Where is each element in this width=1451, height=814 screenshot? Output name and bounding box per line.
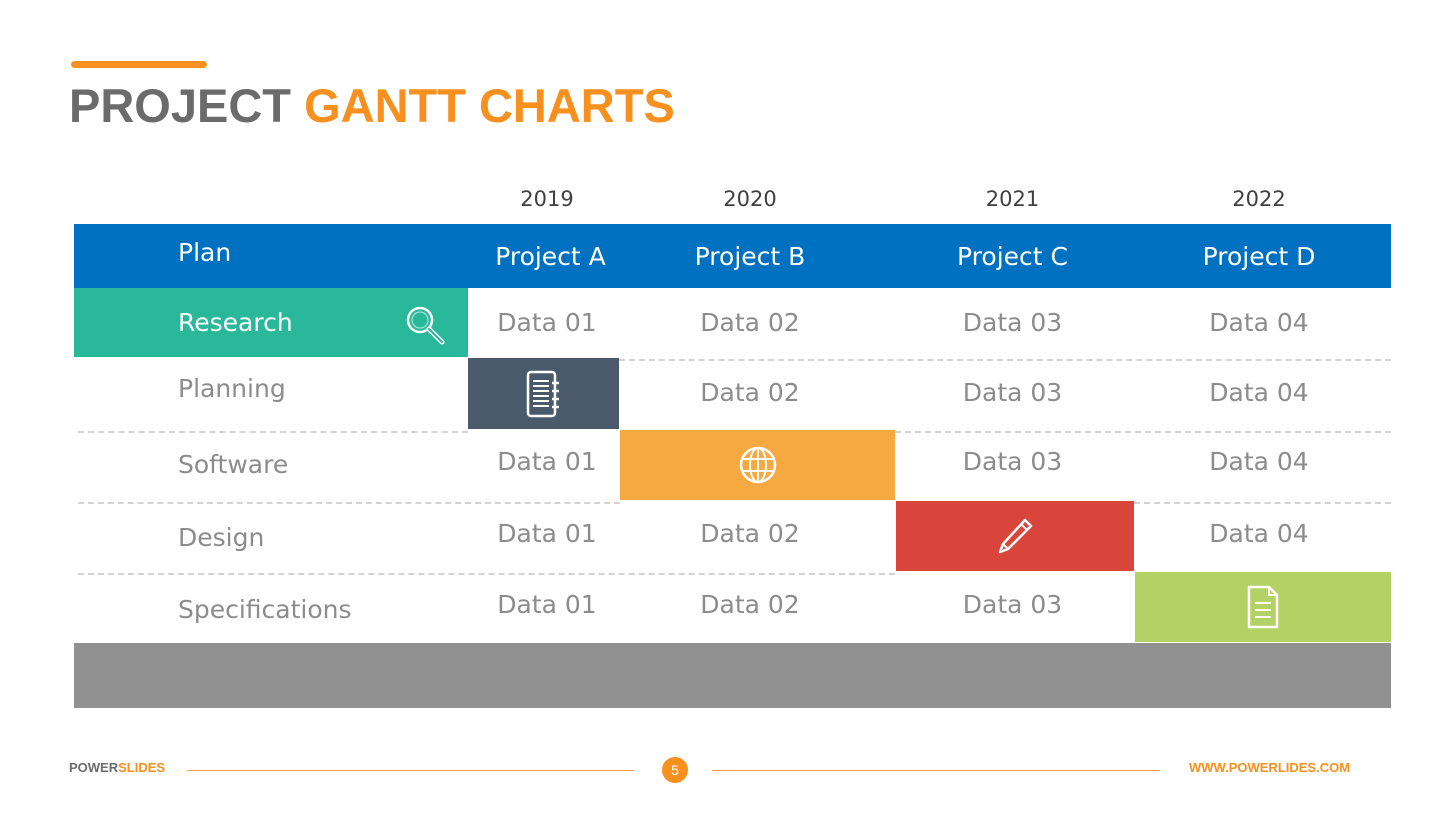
title-part2: GANTT CHARTS (304, 79, 675, 132)
row-label-specifications: Specifications (178, 595, 352, 624)
software-bar (620, 430, 895, 500)
row-label-research: Research (178, 308, 293, 337)
row-label-design: Design (178, 523, 265, 552)
pencil-icon (998, 518, 1033, 554)
notebook-icon (526, 370, 559, 417)
year-label: 2020 (723, 187, 777, 211)
row-divider (78, 573, 895, 575)
cell-planning-c: Data 03 (962, 378, 1063, 407)
row-divider (78, 431, 468, 433)
table-footer-bar (74, 643, 1391, 708)
magnifier-icon (406, 306, 445, 345)
row-label-planning: Planning (178, 374, 286, 403)
cell-software-a: Data 01 (497, 447, 597, 476)
header-project-a: Project A (495, 242, 606, 271)
cell-research-a: Data 01 (497, 308, 597, 337)
cell-research-d: Data 04 (1209, 308, 1309, 337)
row-divider (78, 502, 620, 504)
header-project-c: Project C (957, 242, 1068, 271)
specifications-bar (1135, 572, 1391, 642)
footer-divider-right (712, 770, 1160, 771)
header-row: Plan Project A Project B Project C Proje… (74, 224, 1391, 288)
design-bar (896, 501, 1134, 571)
page-number-badge: 5 (662, 757, 688, 783)
globe-icon (739, 446, 776, 484)
header-project-b: Project B (694, 242, 806, 271)
cell-design-a: Data 01 (497, 519, 597, 548)
row-divider (619, 359, 1391, 361)
cell-software-c: Data 03 (962, 447, 1063, 476)
year-label: 2021 (985, 187, 1040, 211)
planning-bar (468, 358, 619, 429)
row-divider (1134, 502, 1391, 504)
title-accent-bar (71, 61, 207, 68)
cell-software-d: Data 04 (1209, 447, 1309, 476)
brand-part2: SLIDES (118, 760, 166, 775)
cell-specs-c: Data 03 (962, 590, 1063, 619)
document-icon (1247, 585, 1279, 629)
cell-research-b: Data 02 (700, 308, 800, 337)
cell-specs-a: Data 01 (497, 590, 597, 619)
cell-planning-b: Data 02 (700, 378, 800, 407)
year-label: 2019 (520, 187, 574, 211)
gantt-table: Plan Project A Project B Project C Proje… (74, 224, 1391, 708)
cell-design-d: Data 04 (1209, 519, 1309, 548)
row-label-software: Software (178, 450, 289, 479)
cell-design-b: Data 02 (700, 519, 800, 548)
footer-divider-left (187, 770, 634, 771)
title-part1: PROJECT (69, 79, 291, 132)
cell-specs-b: Data 02 (700, 590, 800, 619)
footer-website-link[interactable]: WWW.POWERLIDES.COM (1189, 760, 1350, 775)
brand-part1: POWER (69, 760, 119, 775)
brand-logo: POWERSLIDES (69, 760, 165, 775)
header-plan: Plan (178, 238, 232, 267)
header-project-d: Project D (1202, 242, 1316, 271)
year-label: 2022 (1232, 187, 1286, 211)
cell-planning-d: Data 04 (1209, 378, 1309, 407)
row-divider (895, 431, 1391, 433)
cell-research-c: Data 03 (962, 308, 1063, 337)
page-title: PROJECT GANTT CHARTS (69, 76, 675, 136)
